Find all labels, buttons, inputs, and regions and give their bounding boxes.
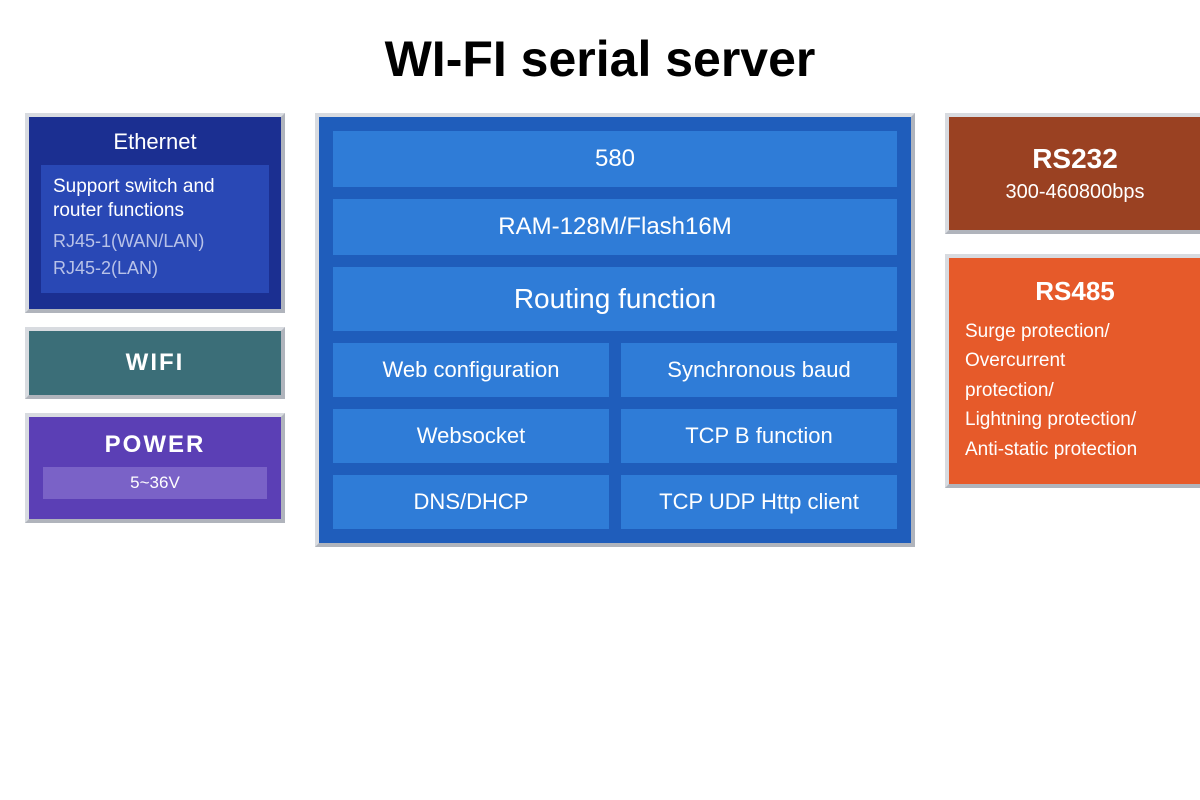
cell-websocket: Websocket bbox=[333, 409, 609, 463]
rs485-title: RS485 bbox=[965, 276, 1185, 307]
cell-tcp-udp-http: TCP UDP Http client bbox=[621, 475, 897, 529]
ethernet-panel: Ethernet Support switch and router funct… bbox=[25, 113, 285, 313]
center-row-5: Websocket TCP B function bbox=[333, 409, 897, 463]
rs232-title: RS232 bbox=[959, 143, 1191, 175]
diagram-grid: Ethernet Support switch and router funct… bbox=[0, 113, 1200, 547]
ethernet-port-2: RJ45-2(LAN) bbox=[53, 258, 257, 279]
ethernet-port-1: RJ45-1(WAN/LAN) bbox=[53, 231, 257, 252]
center-panel: 580 RAM-128M/Flash16M Routing function W… bbox=[315, 113, 915, 547]
power-spec: 5~36V bbox=[43, 467, 267, 499]
rs485-line-4: Lightning protection/ bbox=[965, 405, 1185, 434]
left-column: Ethernet Support switch and router funct… bbox=[25, 113, 285, 547]
power-title: POWER bbox=[43, 431, 267, 459]
center-row-580: 580 bbox=[333, 131, 897, 187]
center-row-routing: Routing function bbox=[333, 267, 897, 331]
ethernet-support-text: Support switch and router functions bbox=[53, 175, 257, 223]
rs232-panel: RS232 300-460800bps bbox=[945, 113, 1200, 234]
rs485-line-1: Surge protection/ bbox=[965, 317, 1185, 346]
rs485-line-2: Overcurrent bbox=[965, 346, 1185, 375]
center-row-ram: RAM-128M/Flash16M bbox=[333, 199, 897, 255]
ethernet-title: Ethernet bbox=[41, 129, 269, 155]
rs232-spec: 300-460800bps bbox=[959, 181, 1191, 204]
cell-tcp-b: TCP B function bbox=[621, 409, 897, 463]
cell-dns-dhcp: DNS/DHCP bbox=[333, 475, 609, 529]
cell-sync-baud: Synchronous baud bbox=[621, 343, 897, 397]
wifi-panel: WIFI bbox=[25, 327, 285, 399]
power-panel: POWER 5~36V bbox=[25, 413, 285, 523]
page-title: WI-FI serial server bbox=[0, 0, 1200, 113]
rs485-panel: RS485 Surge protection/ Overcurrent prot… bbox=[945, 254, 1200, 488]
rs485-line-3: protection/ bbox=[965, 376, 1185, 405]
ethernet-inner-box: Support switch and router functions RJ45… bbox=[41, 165, 269, 293]
cell-web-config: Web configuration bbox=[333, 343, 609, 397]
center-row-6: DNS/DHCP TCP UDP Http client bbox=[333, 475, 897, 529]
center-row-4: Web configuration Synchronous baud bbox=[333, 343, 897, 397]
rs485-line-5: Anti-static protection bbox=[965, 435, 1185, 464]
right-column: RS232 300-460800bps RS485 Surge protecti… bbox=[945, 113, 1200, 547]
